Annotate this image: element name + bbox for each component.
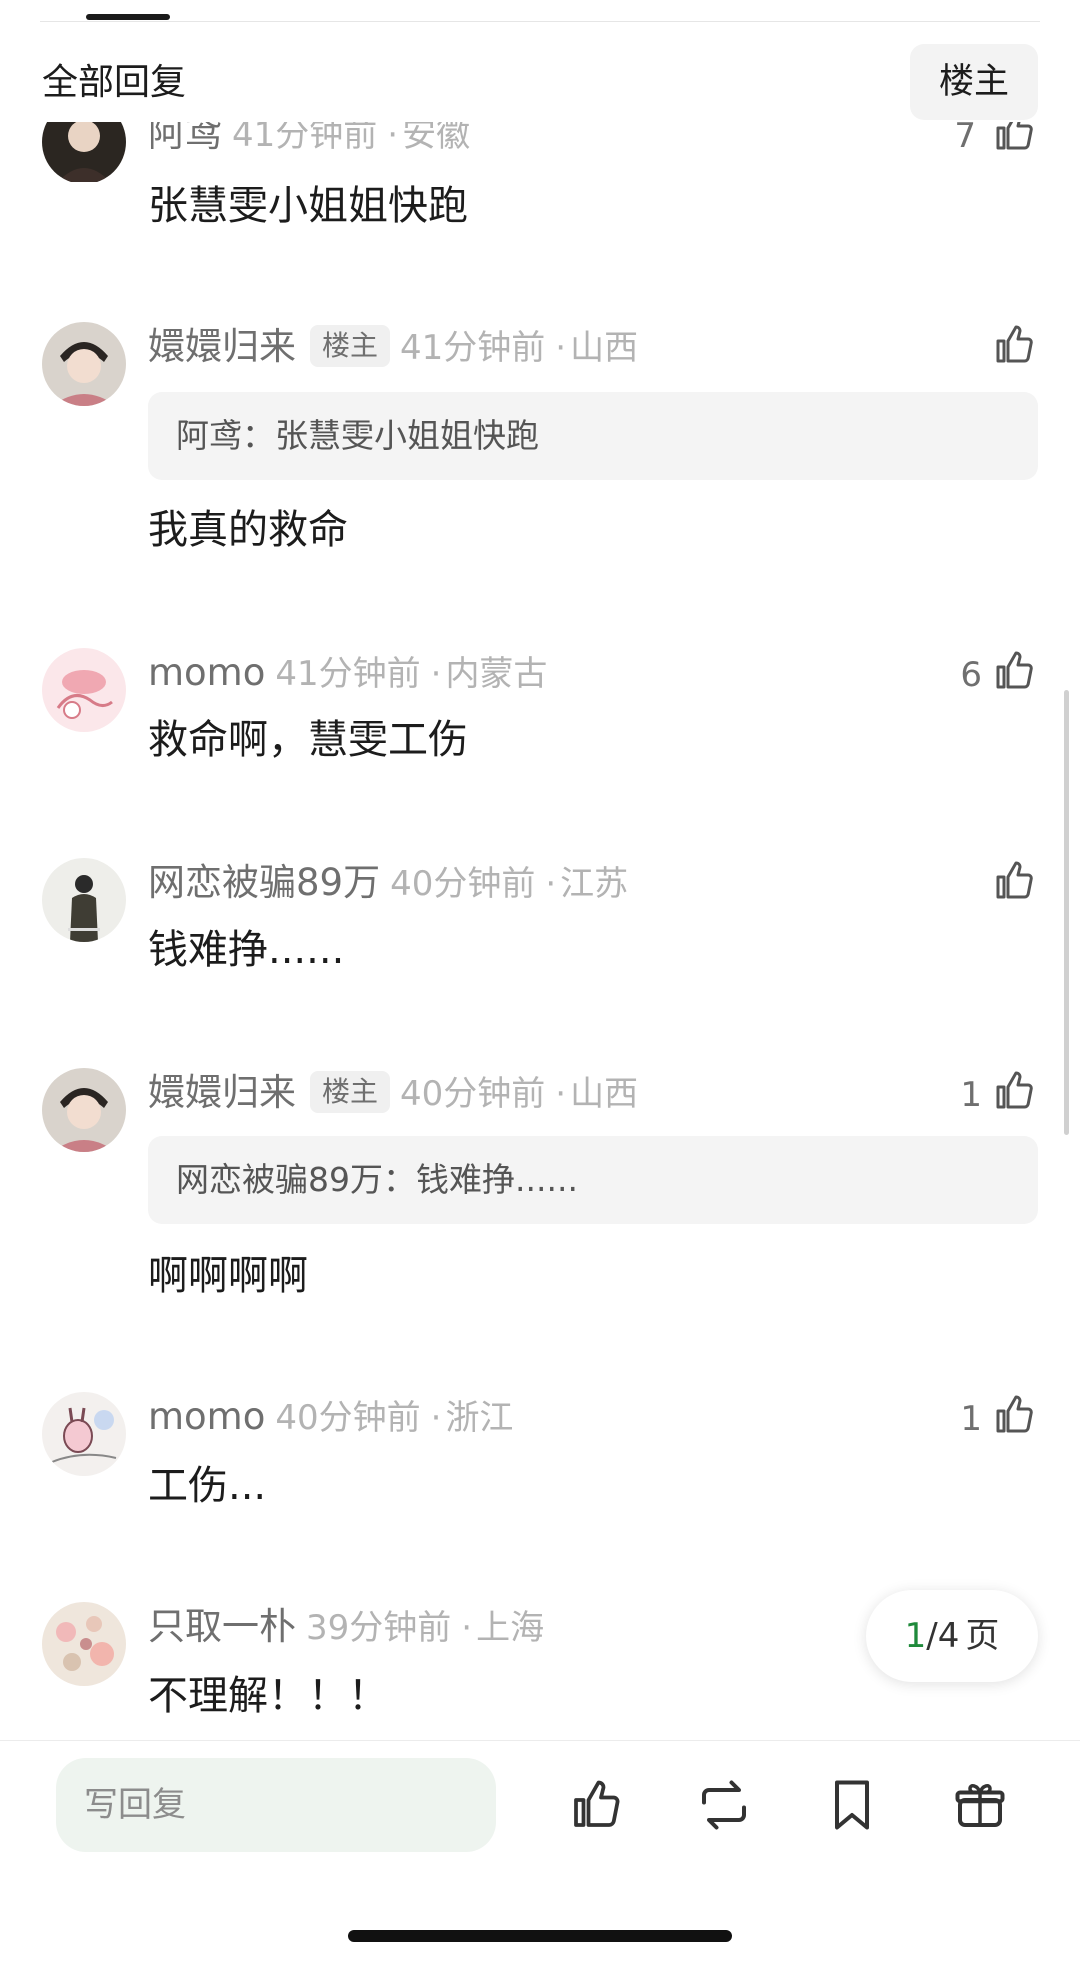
scrollbar[interactable] xyxy=(1064,690,1069,1135)
comment-content: 啊啊啊啊 xyxy=(148,1253,308,1299)
page-indicator[interactable]: 1/4 页 xyxy=(866,1590,1038,1682)
owner-only-button[interactable]: 楼主 xyxy=(910,44,1038,120)
location: 内蒙古 xyxy=(445,654,548,694)
username[interactable]: 网恋被骗89万 xyxy=(148,861,380,904)
timestamp: 40分钟前 xyxy=(400,1074,546,1114)
thumbs-up-icon[interactable] xyxy=(990,857,1038,905)
separator: · xyxy=(430,1398,442,1438)
like-icon[interactable] xyxy=(566,1775,626,1835)
timestamp: 40分钟前 xyxy=(275,1398,421,1438)
like-count: 1 xyxy=(960,1075,982,1115)
username[interactable]: 只取一朴 xyxy=(148,1605,296,1648)
separator: · xyxy=(430,654,442,694)
like-count: 7 xyxy=(954,122,976,156)
reply-input[interactable]: 写回复 xyxy=(56,1758,496,1852)
thumbs-up-icon[interactable] xyxy=(990,122,1038,156)
comment-content: 不理解！！！ xyxy=(148,1673,388,1719)
owner-badge: 楼主 xyxy=(310,325,391,367)
comment-content: 我真的救命 xyxy=(148,507,348,553)
top-tab-indicator xyxy=(86,14,170,20)
comment-content: 张慧雯小姐姐快跑 xyxy=(148,183,468,229)
gift-icon[interactable] xyxy=(950,1775,1010,1835)
timestamp: 41分钟前 xyxy=(232,122,378,155)
username[interactable]: 阿鸢 xyxy=(148,122,222,155)
timestamp: 39分钟前 xyxy=(306,1608,452,1648)
separator: · xyxy=(461,1608,473,1648)
like-count: 1 xyxy=(960,1399,982,1439)
username[interactable]: 嬛嬛归来 xyxy=(148,325,296,368)
avatar[interactable] xyxy=(42,1068,126,1152)
timestamp: 40分钟前 xyxy=(390,864,536,904)
location: 上海 xyxy=(476,1608,545,1648)
like-count: 6 xyxy=(960,655,982,695)
thumbs-up-icon[interactable] xyxy=(990,1067,1038,1115)
comment-content: 工伤... xyxy=(148,1463,267,1509)
bookmark-icon[interactable] xyxy=(822,1775,882,1835)
current-page: 1 xyxy=(904,1616,927,1656)
all-replies-title: 全部回复 xyxy=(42,62,187,103)
avatar[interactable] xyxy=(42,1392,126,1476)
thumbs-up-icon[interactable] xyxy=(990,1391,1038,1439)
separator: · xyxy=(555,328,567,368)
avatar[interactable] xyxy=(42,322,126,406)
comment-content: 钱难挣...... xyxy=(148,927,345,973)
home-indicator xyxy=(348,1930,732,1942)
avatar[interactable] xyxy=(42,1602,126,1686)
location: 浙江 xyxy=(445,1398,514,1438)
location: 安徽 xyxy=(402,122,471,155)
timestamp: 41分钟前 xyxy=(275,654,421,694)
username[interactable]: momo xyxy=(148,651,265,694)
repost-icon[interactable] xyxy=(694,1775,754,1835)
comment-content: 救命啊，慧雯工伤 xyxy=(148,717,468,763)
thumbs-up-icon[interactable] xyxy=(990,647,1038,695)
location: 山西 xyxy=(570,328,639,368)
avatar[interactable] xyxy=(42,122,126,182)
divider xyxy=(40,21,1040,22)
location: 山西 xyxy=(570,1074,639,1114)
location: 江苏 xyxy=(560,864,629,904)
owner-badge: 楼主 xyxy=(310,1071,391,1113)
timestamp: 41分钟前 xyxy=(400,328,546,368)
avatar[interactable] xyxy=(42,858,126,942)
separator: · xyxy=(387,122,399,155)
page-suffix: 页 xyxy=(965,1616,1000,1656)
quoted-reply[interactable]: 阿鸢：张慧雯小姐姐快跑 xyxy=(148,392,1038,480)
separator: · xyxy=(555,1074,567,1114)
username[interactable]: 嬛嬛归来 xyxy=(148,1071,296,1114)
quoted-reply[interactable]: 网恋被骗89万：钱难挣...... xyxy=(148,1136,1038,1224)
avatar[interactable] xyxy=(42,648,126,732)
comment-0-clip: 阿鸢 41分钟前 · 安徽 7 xyxy=(0,122,1080,182)
total-pages: /4 xyxy=(926,1616,960,1656)
thumbs-up-icon[interactable] xyxy=(990,321,1038,369)
username[interactable]: momo xyxy=(148,1395,265,1438)
separator: · xyxy=(545,864,557,904)
